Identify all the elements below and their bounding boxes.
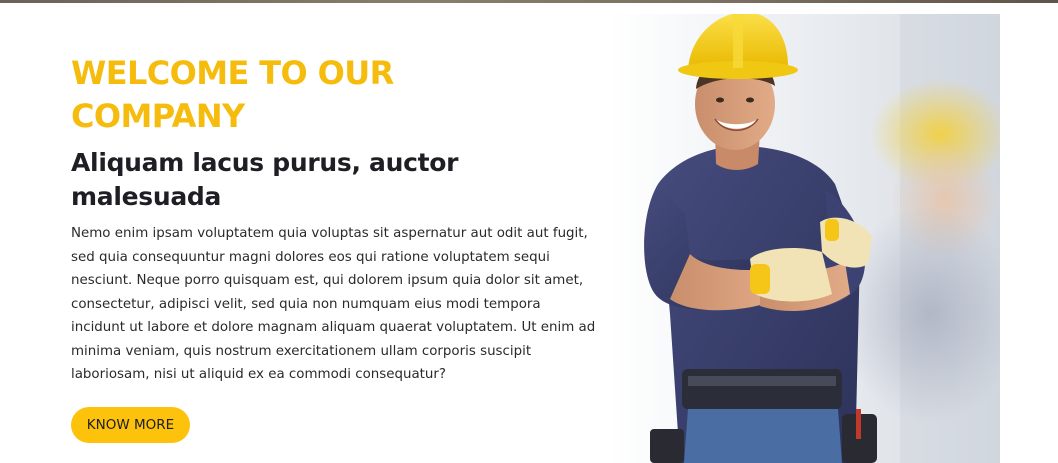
intro-paragraph: Nemo enim ipsam voluptatem quia voluptas…	[71, 226, 596, 382]
welcome-section: WELCOME TO OUR COMPANY Aliquam lacus pur…	[71, 52, 601, 387]
construction-worker-photo	[610, 14, 1000, 463]
top-strip	[0, 0, 1058, 3]
welcome-heading: WELCOME TO OUR COMPANY	[71, 54, 394, 135]
section-subheading: Aliquam lacus purus, auctor malesuada	[71, 148, 459, 211]
know-more-button[interactable]: KNOW MORE	[71, 407, 190, 443]
